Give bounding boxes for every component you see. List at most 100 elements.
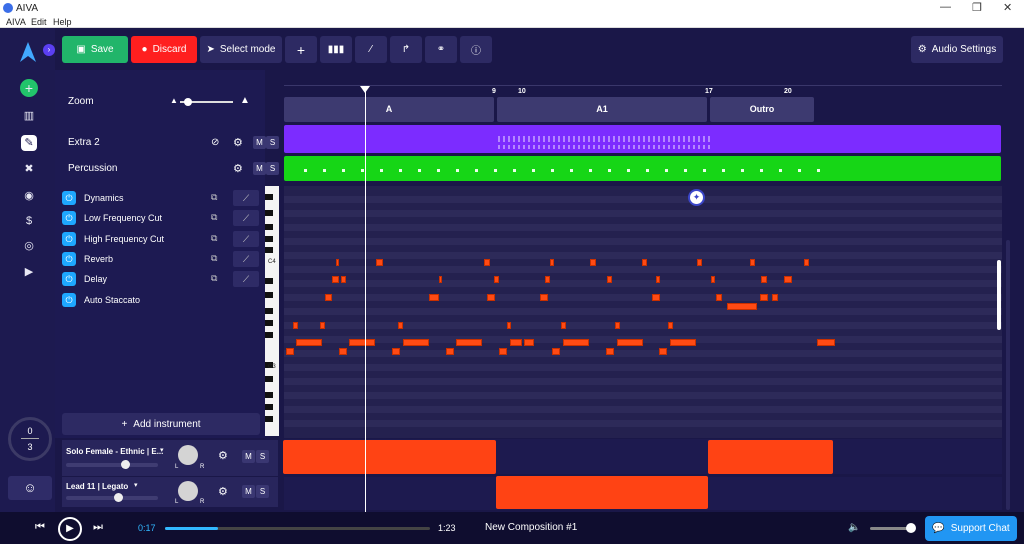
support-chat-button[interactable]: 💬 Support Chat — [925, 516, 1017, 541]
expand-nav-icon[interactable]: › — [43, 44, 55, 56]
section-a[interactable]: A — [284, 97, 494, 122]
gear-icon[interactable]: ⚙ — [218, 449, 228, 462]
volume-slider[interactable] — [66, 496, 158, 500]
copy-icon[interactable]: ⧉ — [211, 253, 217, 264]
create-plus-icon[interactable]: + — [20, 79, 38, 97]
automation-icon[interactable]: ⟋ — [233, 251, 259, 267]
select-mode-button[interactable]: ➤ Select mode — [200, 36, 282, 63]
section-a1[interactable]: A1 — [497, 97, 707, 122]
midi-icon[interactable]: ▥ — [21, 108, 37, 124]
ai-sparkle-icon[interactable]: ✦ — [688, 189, 705, 206]
menu-help[interactable]: Help — [53, 17, 72, 27]
effect-row-staccato[interactable]: ⏻ Auto Staccato — [62, 292, 140, 308]
playhead[interactable] — [365, 86, 366, 512]
instrument-name[interactable]: Solo Female - Ethnic | E... — [66, 447, 163, 456]
solo-button[interactable]: S — [256, 450, 269, 463]
pan-knob[interactable] — [178, 481, 198, 501]
volume-icon[interactable]: 🔈 — [848, 522, 860, 533]
add-button[interactable]: + — [285, 36, 317, 63]
automation-icon[interactable]: ⟋ — [233, 271, 259, 287]
region-block[interactable] — [708, 440, 833, 474]
section-outro[interactable]: Outro — [710, 97, 814, 122]
editor-pencil-icon[interactable]: ✎ — [21, 135, 37, 151]
skip-back-icon[interactable]: ⏮ — [35, 521, 45, 534]
play-square-icon[interactable]: ▶ — [21, 264, 37, 280]
effect-row-dynamics[interactable]: ⏻ Dynamics — [62, 190, 124, 206]
chevron-down-icon[interactable]: ▾ — [134, 481, 138, 489]
automation-icon[interactable]: ⟋ — [233, 231, 259, 247]
aiva-logo-icon[interactable] — [16, 40, 40, 64]
copy-icon[interactable]: ⧉ — [211, 273, 217, 284]
power-icon[interactable]: ⏻ — [62, 293, 76, 307]
close-icon[interactable]: ✕ — [1003, 1, 1012, 14]
copy-icon[interactable]: ⧉ — [211, 212, 217, 223]
zoom-in-icon[interactable]: ▲ — [240, 95, 250, 106]
maximize-icon[interactable]: ❐ — [972, 1, 982, 14]
effect-row-reverb[interactable]: ⏻ Reverb — [62, 251, 113, 267]
power-icon[interactable]: ⏻ — [62, 232, 76, 246]
skip-forward-icon[interactable]: ⏭ — [93, 521, 103, 534]
piano-roll-grid[interactable]: ✦ — [284, 186, 1002, 438]
pan-knob[interactable] — [178, 445, 198, 465]
dollar-icon[interactable]: $ — [21, 213, 37, 229]
mute-button[interactable]: M — [253, 136, 266, 149]
region-block[interactable] — [283, 440, 496, 474]
chevron-down-icon[interactable]: ▾ — [160, 446, 164, 454]
piano-keyboard[interactable]: C4 C3 — [265, 186, 279, 436]
copy-icon[interactable]: ⧉ — [211, 192, 217, 203]
automation-icon[interactable]: ⟋ — [233, 190, 259, 206]
menu-aiva[interactable]: AIVA — [6, 17, 26, 27]
volume-handle[interactable] — [906, 523, 916, 533]
instrument-name[interactable]: Lead 11 | Legato — [66, 482, 128, 491]
track-lane-percussion[interactable] — [284, 156, 1001, 181]
save-button[interactable]: ▣ Save — [62, 36, 128, 63]
scrollbar-thumb[interactable] — [997, 260, 1001, 330]
volume-slider[interactable] — [66, 463, 158, 467]
redo-button[interactable]: ↱ — [390, 36, 422, 63]
power-icon[interactable]: ⏻ — [62, 252, 76, 266]
user-avatar-icon[interactable]: ☺ — [8, 476, 52, 500]
track-lane-extra2[interactable] — [284, 125, 1001, 153]
power-icon[interactable]: ⏻ — [62, 211, 76, 225]
menu-edit[interactable]: Edit — [31, 17, 47, 27]
zoom-slider-handle[interactable] — [184, 98, 192, 106]
solo-button[interactable]: S — [256, 485, 269, 498]
velocity-button[interactable]: ▮▮▮ — [320, 36, 352, 63]
mute-button[interactable]: M — [253, 162, 266, 175]
playhead-marker-icon[interactable] — [360, 86, 370, 93]
zoom-slider[interactable] — [180, 98, 233, 106]
hide-icon[interactable]: ⊘ — [211, 137, 219, 148]
discard-button[interactable]: ● Discard — [131, 36, 197, 63]
mute-button[interactable]: M — [242, 450, 255, 463]
mute-button[interactable]: M — [242, 485, 255, 498]
effect-row-delay[interactable]: ⏻ Delay — [62, 271, 107, 287]
effect-row-low-cut[interactable]: ⏻ Low Frequency Cut — [62, 210, 162, 226]
add-instrument-button[interactable]: + Add instrument — [62, 413, 260, 435]
audio-settings-button[interactable]: ⚙ Audio Settings — [911, 36, 1003, 63]
play-icon[interactable]: ▶ — [58, 517, 82, 541]
record-icon[interactable]: ◎ — [21, 238, 37, 254]
power-icon[interactable]: ⏻ — [62, 191, 76, 205]
copy-icon[interactable]: ⧉ — [211, 233, 217, 244]
link-button[interactable]: ⚭ — [425, 36, 457, 63]
volume-handle[interactable] — [121, 460, 130, 469]
broadcast-icon[interactable]: ◉ — [21, 188, 37, 204]
minimize-icon[interactable]: — — [940, 1, 951, 13]
solo-button[interactable]: S — [266, 162, 279, 175]
tools-icon[interactable]: ✖ — [21, 161, 37, 177]
info-button[interactable]: ⓘ — [460, 36, 492, 63]
gear-icon[interactable]: ⚙ — [233, 162, 243, 175]
gear-icon[interactable]: ⚙ — [218, 485, 228, 498]
volume-handle[interactable] — [114, 493, 123, 502]
timeline-ruler[interactable] — [284, 70, 1002, 86]
region-block[interactable] — [496, 476, 708, 509]
zoom-out-icon[interactable]: ▲ — [170, 96, 178, 105]
vertical-scrollbar[interactable] — [1006, 240, 1010, 510]
solo-button[interactable]: S — [266, 136, 279, 149]
power-icon[interactable]: ⏻ — [62, 272, 76, 286]
wand-button[interactable]: ⁄ — [355, 36, 387, 63]
gear-icon[interactable]: ⚙ — [233, 136, 243, 149]
effect-row-high-cut[interactable]: ⏻ High Frequency Cut — [62, 231, 164, 247]
progress-bar[interactable] — [165, 527, 430, 530]
automation-icon[interactable]: ⟋ — [233, 210, 259, 226]
